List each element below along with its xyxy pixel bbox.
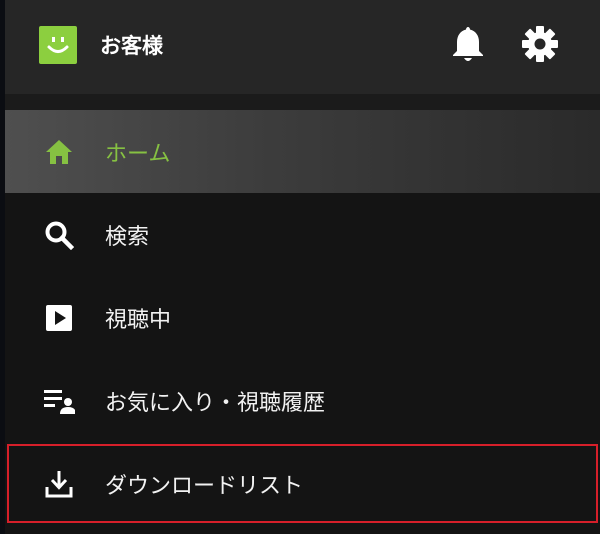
smiley-face-icon	[47, 37, 69, 53]
menu-item-search[interactable]: 検索	[5, 193, 600, 276]
menu-item-download-list[interactable]: ダウンロードリスト	[5, 442, 600, 525]
menu-item-label: 視聴中	[105, 307, 172, 333]
menu-item-favorites-history[interactable]: お気に入り・視聴履歴	[5, 359, 600, 442]
gear-icon	[522, 26, 558, 62]
menu-item-label: 検索	[105, 224, 150, 250]
menu-item-label: お気に入り・視聴履歴	[105, 390, 326, 416]
menu-item-watching[interactable]: 視聴中	[5, 276, 600, 359]
settings-button[interactable]	[518, 22, 562, 66]
play-icon	[41, 300, 77, 336]
menu-item-home[interactable]: ホーム	[5, 110, 600, 193]
drawer-header: お客様	[5, 0, 600, 94]
notifications-button[interactable]	[446, 22, 490, 66]
menu-item-label: ダウンロードリスト	[105, 473, 304, 499]
user-name: お客様	[100, 34, 163, 58]
favorites-list-icon	[41, 383, 77, 419]
avatar[interactable]	[39, 26, 77, 64]
header-separator	[5, 94, 600, 110]
search-icon	[41, 217, 77, 253]
menu-item-label: ホーム	[105, 141, 171, 167]
bell-icon	[453, 27, 483, 61]
app-window: お客様 ホーム 検索 視聴中 お気に入り・視聴履歴 ダウンロードリスト	[0, 0, 600, 534]
home-icon	[41, 134, 77, 170]
drawer-menu: ホーム 検索 視聴中 お気に入り・視聴履歴 ダウンロードリスト	[5, 110, 600, 525]
download-icon	[41, 466, 77, 502]
